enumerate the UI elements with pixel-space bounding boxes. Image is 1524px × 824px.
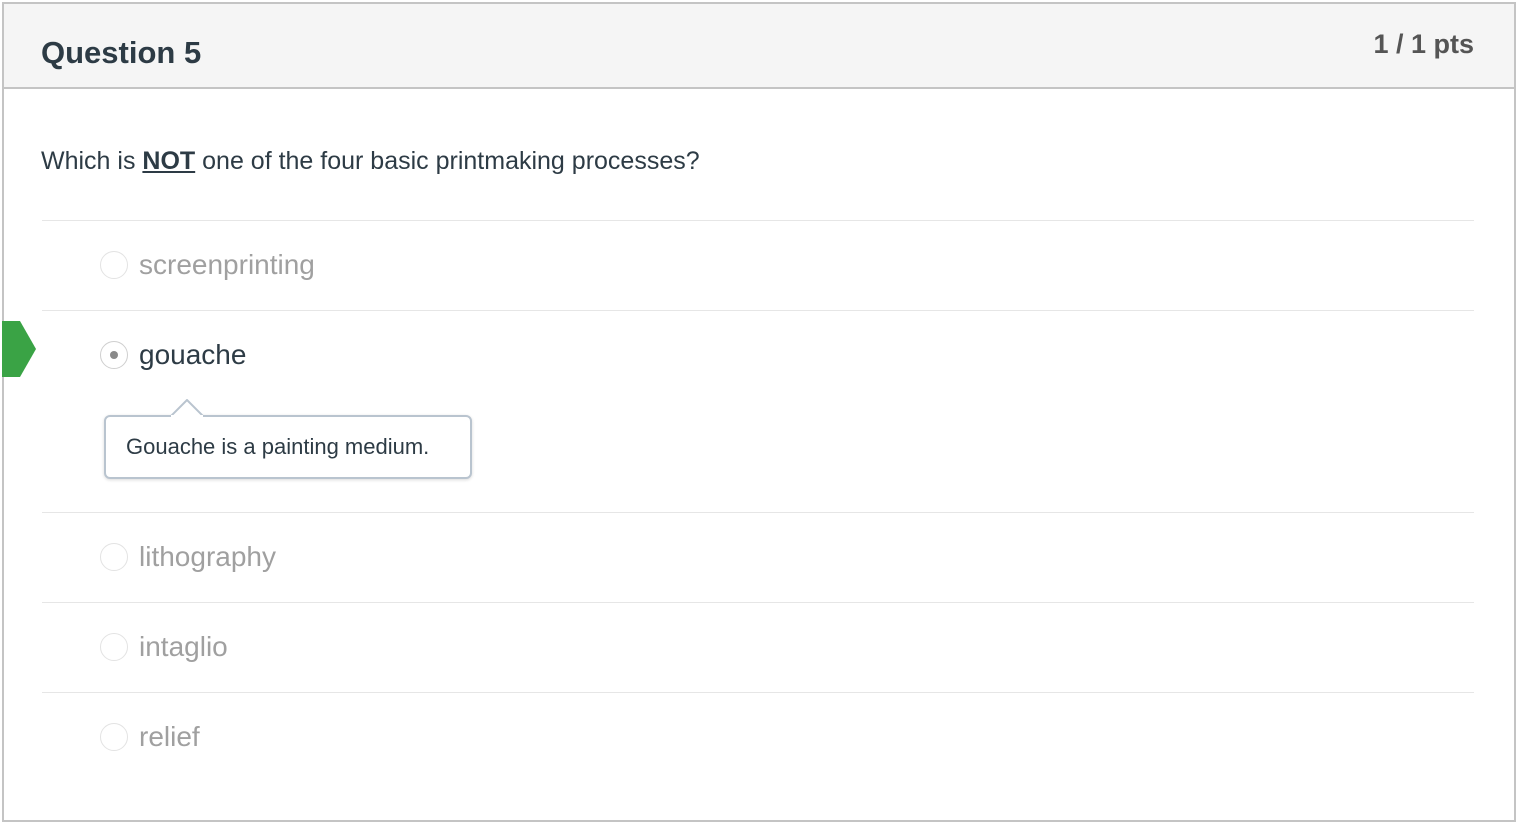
correct-answer-arrow-icon [2,321,36,377]
radio-button-icon[interactable] [100,543,128,571]
answer-label: lithography [139,541,276,572]
question-text-after: one of the four basic printmaking proces… [195,147,700,175]
answer-option[interactable]: intaglio [42,602,1474,692]
answer-label: intaglio [139,631,228,662]
feedback-text: Gouache is a painting medium. [126,434,430,459]
radio-button-icon[interactable] [100,341,128,369]
radio-selected-dot [110,351,118,359]
answer-feedback-tooltip: Gouache is a painting medium. [104,399,472,479]
radio-button-icon[interactable] [100,723,128,751]
question-text: Which is NOT one of the four basic print… [41,145,700,177]
answer-option[interactable]: lithography [42,512,1474,602]
answer-option[interactable]: relief [42,692,1474,782]
answer-option-selected[interactable]: gouache Gouache is a painting medium. [2,310,1474,512]
answer-option[interactable]: screenprinting [42,220,1474,310]
quiz-question: Question 5 1 / 1 pts Which is NOT one of… [2,2,1516,822]
tooltip-pointer-icon [170,399,204,417]
answer-label: relief [139,721,200,752]
radio-button-icon[interactable] [100,633,128,661]
answer-label: screenprinting [139,249,315,280]
radio-button-icon[interactable] [100,251,128,279]
question-points: 1 / 1 pts [1373,29,1474,59]
question-header: Question 5 1 / 1 pts [4,4,1514,89]
question-text-before: Which is [41,147,143,175]
question-text-emphasis: NOT [142,147,196,175]
answer-label: gouache [139,339,247,370]
question-title: Question 5 [41,35,202,70]
answer-list: screenprinting gouache Gouache is a pain… [2,220,1474,782]
